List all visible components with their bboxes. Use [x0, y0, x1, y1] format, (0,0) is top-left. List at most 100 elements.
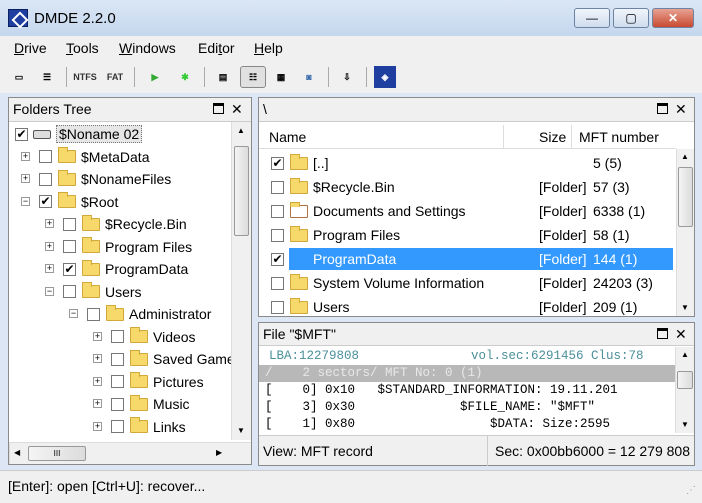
scroll-up-icon[interactable]: ▲ — [681, 152, 689, 161]
maximize-panel-icon[interactable] — [657, 101, 668, 117]
tree-checkbox[interactable] — [87, 307, 100, 321]
mft-line[interactable]: / 2 sectors/ MFT No: 0 (1) — [259, 365, 675, 382]
scroll-left-icon[interactable]: ◀ — [14, 448, 20, 457]
scroll-down-icon[interactable]: ▼ — [681, 420, 689, 429]
tree-item[interactable]: + Program Files — [9, 236, 231, 258]
scroll-thumb[interactable] — [234, 146, 249, 236]
tree-checkbox[interactable] — [111, 375, 124, 388]
file-row[interactable]: Program Files [Folder] 58 (1) — [259, 224, 676, 246]
scroll-down-icon[interactable]: ▼ — [237, 426, 245, 435]
mft-line[interactable]: [ 0] 0x10 $STANDARD_INFORMATION: 19.11.2… — [259, 382, 675, 399]
file-row[interactable]: System Volume Information [Folder] 24203 (… — [259, 272, 676, 294]
tree-item[interactable]: + Pictures — [9, 371, 231, 393]
maximize-panel-icon[interactable] — [657, 326, 668, 342]
file-row[interactable]: Documents and Settings [Folder] 6338 (1) — [259, 200, 676, 222]
open-file-icon[interactable]: ▶ — [144, 66, 166, 88]
scroll-right-icon[interactable]: ▶ — [216, 448, 222, 457]
file-checkbox[interactable] — [271, 204, 284, 218]
tree-checkbox[interactable] — [39, 150, 52, 163]
resize-grip-icon[interactable]: ⋰ — [686, 485, 696, 496]
file-checkbox[interactable] — [271, 228, 284, 242]
tree-item[interactable]: + ✔ ProgramData — [9, 258, 231, 280]
file-checkbox[interactable]: ✔ — [271, 156, 284, 170]
tree-horizontal-scrollbar[interactable]: ◀ III ▶ — [9, 442, 251, 464]
expand-toggle-icon[interactable]: + — [21, 151, 30, 161]
tree-item[interactable]: + Saved Games — [9, 348, 231, 370]
close-panel-icon[interactable]: ✕ — [675, 326, 687, 343]
copy-sectors-icon[interactable]: ⇩ — [336, 66, 358, 88]
file-checkbox[interactable] — [271, 180, 284, 194]
expand-toggle-icon[interactable]: + — [93, 331, 102, 341]
close-panel-icon[interactable]: ✕ — [231, 101, 243, 118]
fat-button[interactable]: FAT — [104, 66, 126, 88]
expand-toggle-icon[interactable]: + — [45, 219, 54, 228]
expand-toggle-icon[interactable]: + — [93, 421, 102, 431]
tree-view-icon[interactable]: ▤ — [212, 66, 234, 88]
maximize-button[interactable]: ▢ — [613, 8, 649, 28]
tree-item[interactable]: + Links — [9, 416, 231, 438]
file-row[interactable]: $Recycle.Bin [Folder] 57 (3) — [259, 176, 676, 198]
tree-checkbox[interactable] — [63, 285, 76, 298]
file-checkbox[interactable] — [271, 276, 284, 290]
file-checkbox[interactable] — [271, 300, 284, 314]
tree-item[interactable]: − Administrator — [9, 303, 231, 325]
scroll-up-icon[interactable]: ▲ — [681, 350, 689, 359]
tree-checkbox[interactable] — [111, 352, 124, 366]
tree-item[interactable]: + $Recycle.Bin — [9, 213, 231, 235]
file-row[interactable]: ✔ [..] 5 (5) — [259, 152, 676, 174]
maximize-panel-icon[interactable] — [213, 101, 224, 117]
mft-line[interactable]: [ 3] 0x30 $FILE_NAME: "$MFT" — [259, 399, 675, 416]
tree-checkbox[interactable] — [111, 420, 124, 433]
tree-item[interactable]: + $NonameFiles — [9, 168, 231, 190]
tree-checkbox[interactable] — [111, 330, 124, 343]
scroll-thumb[interactable] — [678, 167, 693, 227]
column-mft-number[interactable]: MFT number — [579, 129, 659, 145]
ntfs-button[interactable]: NTFS — [73, 66, 97, 88]
tree-checkbox[interactable]: ✔ — [15, 127, 28, 141]
tree-checkbox[interactable]: ✔ — [39, 195, 52, 208]
expand-toggle-icon[interactable]: + — [93, 399, 102, 408]
scroll-thumb[interactable] — [677, 371, 693, 389]
expand-toggle-icon[interactable]: + — [45, 264, 54, 273]
tree-checkbox[interactable] — [111, 397, 124, 411]
scroll-thumb[interactable]: III — [28, 446, 86, 461]
tree-checkbox[interactable] — [39, 172, 52, 186]
tree-checkbox[interactable] — [63, 217, 76, 231]
tree-item[interactable]: − ✔ $Root — [9, 191, 231, 213]
file-row[interactable]: Users [Folder] 209 (1) — [259, 296, 676, 316]
menu-item[interactable]: Drive — [14, 40, 47, 56]
close-panel-icon[interactable]: ✕ — [675, 101, 687, 118]
dmde-logo-icon[interactable]: ◈ — [374, 66, 396, 88]
file-checkbox[interactable]: ✔ — [271, 252, 284, 266]
minimize-button[interactable]: — — [574, 8, 610, 28]
expand-toggle-icon[interactable]: + — [93, 354, 102, 363]
menu-item[interactable]: Editor — [198, 40, 235, 56]
expand-toggle-icon[interactable]: + — [93, 376, 102, 386]
tree-item[interactable]: +Downloads — [9, 438, 231, 440]
column-name[interactable]: Name — [269, 129, 306, 145]
scroll-down-icon[interactable]: ▼ — [681, 303, 689, 312]
file-row[interactable]: ✔ ProgramData [Folder] 144 (1) — [259, 248, 676, 270]
column-size[interactable]: Size — [539, 129, 566, 145]
tree-checkbox[interactable]: ✔ — [63, 262, 76, 276]
new-file-icon[interactable]: ✱ — [174, 66, 196, 88]
expand-toggle-icon[interactable]: + — [21, 174, 30, 183]
tree-item[interactable]: + $MetaData — [9, 146, 231, 168]
scroll-up-icon[interactable]: ▲ — [237, 126, 245, 135]
tree-item[interactable]: + Videos — [9, 326, 231, 348]
tree-checkbox[interactable] — [63, 240, 76, 253]
partitions-icon[interactable]: ☰ — [36, 66, 58, 88]
tree-item[interactable]: − Users — [9, 281, 231, 303]
search-view-icon[interactable]: ◙ — [298, 66, 320, 88]
mft-line[interactable]: [ 1] 0x80 $DATA: Size:2595 — [259, 416, 675, 433]
disk-icon[interactable]: ▭ — [8, 66, 30, 88]
tree-item[interactable]: + Music — [9, 393, 231, 415]
tree-vertical-scrollbar[interactable]: ▲ ▼ — [231, 122, 251, 440]
expand-toggle-icon[interactable]: − — [45, 286, 54, 296]
menu-item[interactable]: Windows — [119, 40, 176, 56]
close-button[interactable]: ✕ — [652, 8, 694, 28]
expand-toggle-icon[interactable]: − — [69, 309, 78, 318]
expand-toggle-icon[interactable]: + — [45, 241, 54, 251]
file-list-scrollbar[interactable]: ▲ ▼ — [676, 149, 694, 316]
menu-item[interactable]: Tools — [66, 40, 99, 56]
